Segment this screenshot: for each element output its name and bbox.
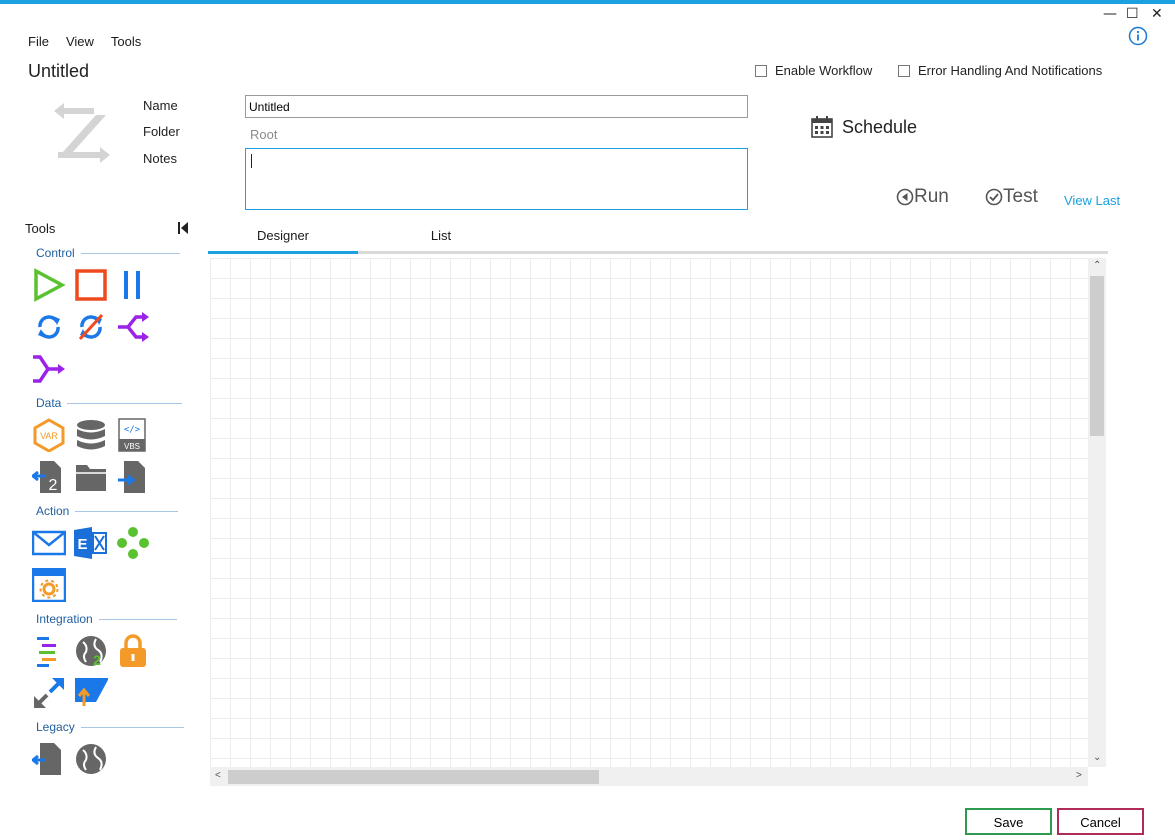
test-icon: [985, 188, 1003, 206]
pause-tool-icon[interactable]: [116, 268, 150, 302]
text-caret: [251, 154, 252, 168]
maximize-button[interactable]: ☐: [1126, 6, 1139, 22]
section-legacy: Legacy: [36, 720, 184, 734]
name-input[interactable]: [245, 95, 748, 118]
collapse-panel-icon[interactable]: [177, 221, 189, 235]
break-loop-tool-icon[interactable]: [74, 310, 108, 344]
transfer-tool-icon[interactable]: [32, 676, 66, 710]
vertical-scroll-thumb[interactable]: [1090, 276, 1104, 436]
checkbox-box[interactable]: [755, 64, 767, 77]
close-button[interactable]: ✕: [1151, 6, 1163, 22]
run-program-tool-icon[interactable]: [32, 568, 66, 602]
section-legacy-label: Legacy: [36, 720, 75, 734]
security-lock-tool-icon[interactable]: [116, 634, 150, 668]
upload-tool-icon[interactable]: [74, 676, 108, 710]
run-button[interactable]: Run: [896, 186, 949, 208]
svg-text:VAR: VAR: [40, 431, 58, 441]
merge-tool-icon[interactable]: [32, 352, 66, 386]
stop-tool-icon[interactable]: [74, 268, 108, 302]
scroll-up-icon[interactable]: ⌃: [1093, 260, 1101, 271]
menu-file[interactable]: File: [28, 34, 49, 49]
svg-text:VBS: VBS: [124, 442, 140, 451]
view-tabs: Designer List: [208, 227, 1108, 254]
notes-label: Notes: [143, 151, 177, 166]
scroll-right-icon[interactable]: >: [1076, 770, 1082, 781]
svg-text:</>: </>: [124, 425, 141, 435]
section-integration-label: Integration: [36, 612, 93, 626]
error-handling-checkbox[interactable]: Error Handling And Notifications: [898, 63, 1102, 78]
svg-text:2: 2: [49, 477, 58, 494]
notes-textarea[interactable]: [245, 148, 748, 210]
calendar-icon: [811, 116, 833, 138]
menu-bar: File View Tools: [28, 34, 158, 49]
designer-canvas[interactable]: [210, 258, 1088, 767]
branch-tool-icon[interactable]: [116, 310, 150, 344]
legacy-web-tool-icon[interactable]: [74, 742, 108, 776]
menu-tools[interactable]: Tools: [111, 34, 141, 49]
tab-designer[interactable]: Designer: [208, 227, 358, 254]
start-tool-icon[interactable]: [32, 268, 66, 302]
task-logo-icon: [54, 103, 110, 163]
folder-label: Folder: [143, 124, 180, 139]
minimize-button[interactable]: —: [1103, 6, 1117, 22]
scroll-down-icon[interactable]: ⌄: [1093, 752, 1101, 763]
menu-view[interactable]: View: [66, 34, 94, 49]
variable-tool-icon[interactable]: VAR: [32, 418, 66, 452]
folder-tool-icon[interactable]: [74, 460, 108, 494]
web-service-tool-icon[interactable]: 2: [74, 634, 108, 668]
horizontal-scroll-thumb[interactable]: [228, 770, 599, 784]
save-button[interactable]: Save: [965, 808, 1052, 835]
connections-tool-icon[interactable]: [116, 526, 150, 560]
name-label: Name: [143, 98, 178, 113]
section-action: Action: [36, 504, 179, 518]
checkbox-box[interactable]: [898, 64, 910, 77]
exchange-tool-icon[interactable]: E: [74, 526, 108, 560]
section-divider: [67, 402, 183, 404]
section-divider: [75, 510, 179, 512]
test-button[interactable]: Test: [985, 186, 1038, 208]
schedule-label: Schedule: [842, 116, 918, 137]
schedule-button[interactable]: Schedule: [810, 115, 917, 139]
run-icon: [896, 188, 914, 206]
section-control-label: Control: [36, 246, 75, 260]
info-icon[interactable]: [1128, 26, 1148, 46]
section-action-label: Action: [36, 504, 70, 518]
vbscript-tool-icon[interactable]: </> VBS: [116, 418, 150, 452]
document-title: Untitled: [28, 61, 90, 81]
enable-workflow-checkbox[interactable]: Enable Workflow: [755, 63, 872, 78]
view-last-link[interactable]: View Last: [1064, 193, 1120, 208]
test-label: Test: [1003, 186, 1038, 207]
tab-list[interactable]: List: [366, 227, 516, 251]
cancel-button[interactable]: Cancel: [1057, 808, 1144, 835]
tools-heading: Tools: [25, 221, 56, 236]
email-tool-icon[interactable]: [32, 526, 66, 560]
section-integration: Integration: [36, 612, 177, 626]
section-divider: [98, 618, 177, 620]
error-handling-label: Error Handling And Notifications: [918, 63, 1103, 78]
section-data-label: Data: [36, 396, 62, 410]
scroll-left-icon[interactable]: <: [215, 770, 221, 781]
database-tool-icon[interactable]: [74, 418, 108, 452]
section-data: Data: [36, 396, 183, 410]
text-parse-tool-icon[interactable]: [32, 634, 66, 668]
run-label: Run: [914, 186, 949, 207]
section-divider: [80, 252, 180, 254]
section-control: Control: [36, 246, 180, 260]
enable-workflow-label: Enable Workflow: [775, 63, 873, 78]
section-divider: [80, 726, 184, 728]
loop-tool-icon[interactable]: [32, 310, 66, 344]
file-copy-tool-icon[interactable]: 2: [32, 460, 66, 494]
window-accent-bar: [0, 0, 1175, 4]
folder-value[interactable]: Root: [250, 127, 277, 142]
svg-text:2: 2: [93, 652, 101, 668]
file-move-tool-icon[interactable]: [116, 460, 150, 494]
legacy-file-tool-icon[interactable]: [32, 742, 66, 776]
svg-text:E: E: [77, 536, 87, 553]
